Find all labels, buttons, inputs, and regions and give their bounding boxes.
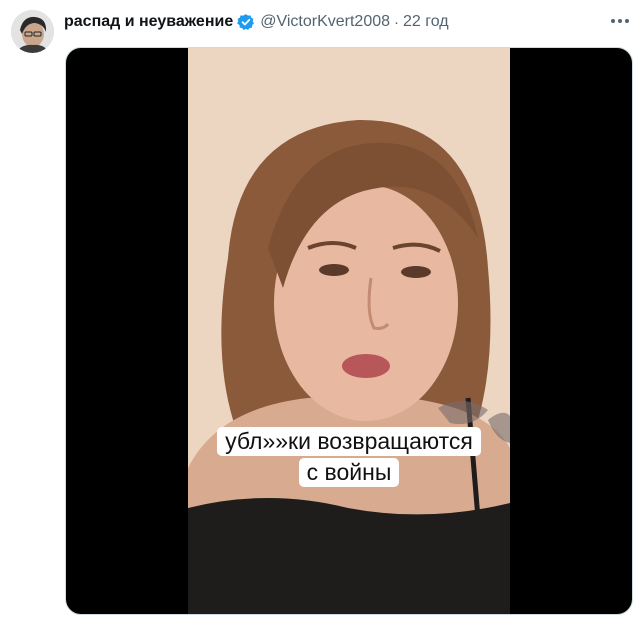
video-still-image <box>188 48 510 614</box>
more-options-icon[interactable] <box>606 9 634 33</box>
video-frame: убл»»ки возвращаются с войны <box>188 48 510 614</box>
author-handle[interactable]: @VictorKvert2008 <box>260 13 390 31</box>
avatar-image <box>11 10 54 53</box>
header-separator: · <box>394 13 400 31</box>
tweet-video[interactable]: убл»»ки возвращаются с войны <box>65 47 633 615</box>
author-name[interactable]: распад и неуважение <box>64 13 233 31</box>
tweet-header: распад и неуважение @VictorKvert2008 · 2… <box>64 10 449 34</box>
avatar[interactable] <box>11 10 54 53</box>
tweet: распад и неуважение @VictorKvert2008 · 2… <box>0 0 642 622</box>
caption-line-1: убл»»ки возвращаются <box>217 427 481 456</box>
video-caption: убл»»ки возвращаются с войны <box>188 426 510 488</box>
tweet-timestamp[interactable]: 22 год <box>403 13 449 31</box>
caption-line-2: с войны <box>298 458 400 487</box>
verified-badge-icon <box>237 13 255 31</box>
